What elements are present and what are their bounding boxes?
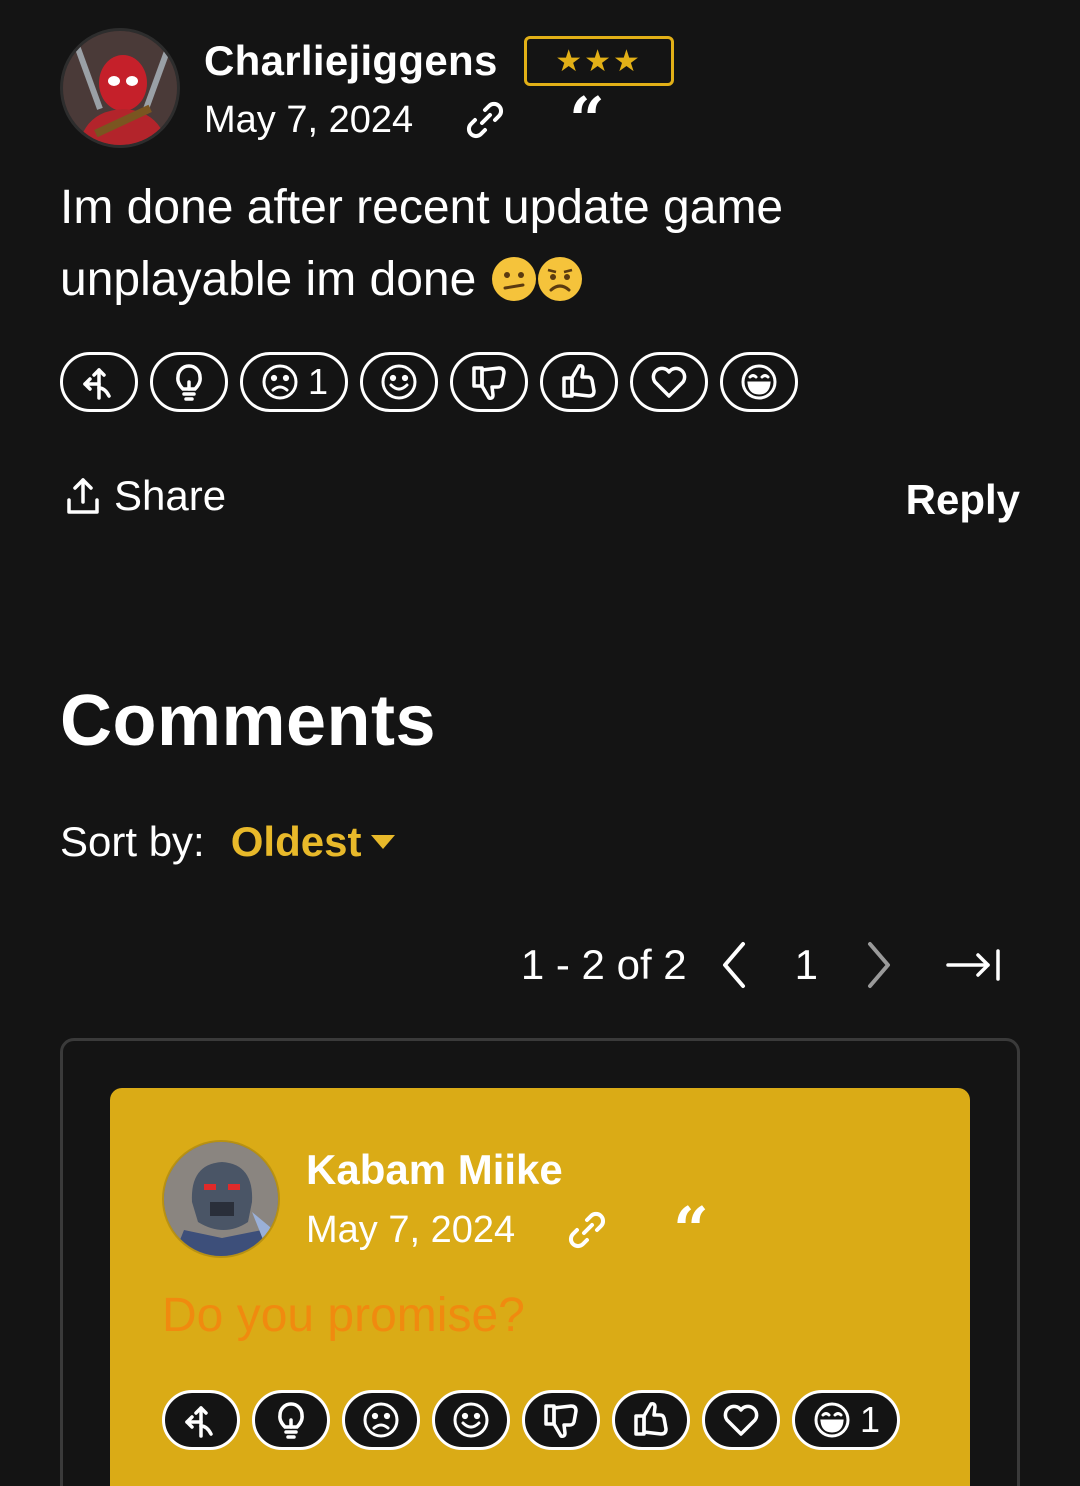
comment-date-row: May 7, 2024 “ bbox=[306, 1199, 709, 1261]
thumbs-up-icon bbox=[562, 364, 596, 398]
reaction-insightful-button[interactable] bbox=[150, 352, 228, 412]
caret-down-icon[interactable] bbox=[371, 835, 396, 849]
lightbulb-icon bbox=[278, 1402, 304, 1439]
current-page[interactable]: 1 bbox=[795, 941, 818, 989]
link-icon[interactable] bbox=[565, 1208, 609, 1252]
reaction-sad-button[interactable]: 1 bbox=[240, 352, 348, 412]
share-button[interactable]: Share bbox=[64, 472, 226, 520]
reaction-insightful-button[interactable] bbox=[252, 1390, 330, 1450]
reaction-agree-button[interactable] bbox=[612, 1390, 690, 1450]
off-topic-icon bbox=[185, 1406, 213, 1438]
laughing-face-icon bbox=[814, 1402, 850, 1438]
sort-dropdown[interactable]: Oldest bbox=[231, 818, 362, 866]
reaction-off-topic-button[interactable] bbox=[162, 1390, 240, 1450]
comment-card: Kabam Miike May 7, 2024 “ Do you promise… bbox=[110, 1088, 970, 1486]
commenter-avatar[interactable] bbox=[162, 1140, 280, 1258]
post-meta: Charliejiggens ★★★ May 7, 2024 “ bbox=[204, 36, 674, 151]
last-page-icon bbox=[946, 949, 1000, 981]
reaction-love-button[interactable] bbox=[702, 1390, 780, 1450]
reaction-lol-button[interactable] bbox=[720, 352, 798, 412]
worried-face-icon bbox=[537, 257, 582, 301]
previous-page-button[interactable] bbox=[719, 940, 749, 990]
reaction-lol-button[interactable]: 1 bbox=[792, 1390, 900, 1450]
sort-row: Sort by: Oldest bbox=[60, 818, 396, 866]
share-icon bbox=[67, 478, 99, 514]
reaction-count: 1 bbox=[859, 1399, 881, 1440]
lightbulb-icon bbox=[176, 364, 202, 401]
comments-title: Comments bbox=[60, 681, 437, 761]
post-date: May 7, 2024 bbox=[204, 98, 414, 141]
reaction-disagree-button[interactable] bbox=[450, 352, 528, 412]
post-body: Im done after recent update game unplaya… bbox=[60, 172, 1020, 316]
sad-face-icon bbox=[363, 1402, 399, 1438]
thumbs-up-icon bbox=[634, 1402, 668, 1436]
user-avatar[interactable] bbox=[60, 28, 180, 148]
rank-badge: ★★★ bbox=[523, 36, 674, 86]
thumbs-down-icon bbox=[544, 1404, 578, 1438]
date-row: May 7, 2024 “ bbox=[204, 89, 674, 151]
sort-label: Sort by: bbox=[60, 818, 205, 865]
chevron-right-icon bbox=[868, 942, 890, 988]
post-username[interactable]: Charliejiggens bbox=[204, 37, 498, 85]
reply-button[interactable]: Reply bbox=[906, 476, 1020, 524]
quote-icon[interactable]: “ bbox=[673, 1199, 709, 1261]
off-topic-icon bbox=[83, 368, 111, 400]
pagination: 1 - 2 of 2 1 bbox=[521, 940, 1002, 990]
commenter-username[interactable]: Kabam Miike bbox=[306, 1146, 709, 1194]
chevron-left-icon bbox=[722, 942, 745, 988]
name-row: Charliejiggens ★★★ bbox=[204, 36, 674, 86]
reaction-off-topic-button[interactable] bbox=[60, 352, 138, 412]
last-page-button[interactable] bbox=[946, 945, 1002, 985]
quote-icon[interactable]: “ bbox=[569, 89, 605, 151]
reaction-smile-button[interactable] bbox=[360, 352, 438, 412]
reaction-love-button[interactable] bbox=[630, 352, 708, 412]
comment-body: Do you promise? bbox=[162, 1289, 525, 1342]
post-header: Charliejiggens ★★★ May 7, 2024 “ bbox=[60, 28, 674, 151]
reaction-agree-button[interactable] bbox=[540, 352, 618, 412]
reaction-count: 1 bbox=[307, 361, 329, 402]
reaction-disagree-button[interactable] bbox=[522, 1390, 600, 1450]
comment-meta: Kabam Miike May 7, 2024 “ bbox=[306, 1146, 709, 1261]
pagination-range: 1 - 2 of 2 bbox=[520, 941, 687, 988]
next-page-button[interactable] bbox=[864, 940, 894, 990]
confused-face-icon bbox=[491, 257, 536, 301]
share-label: Share bbox=[114, 472, 227, 519]
sad-face-icon bbox=[262, 364, 298, 400]
comment-reactions: 1 bbox=[162, 1390, 912, 1450]
link-icon[interactable] bbox=[463, 98, 507, 142]
smile-face-icon bbox=[381, 364, 417, 400]
heart-icon bbox=[723, 1404, 759, 1436]
comment-date: May 7, 2024 bbox=[306, 1208, 516, 1251]
laughing-face-icon bbox=[741, 364, 777, 400]
post-reactions: 1 bbox=[60, 352, 810, 412]
smile-face-icon bbox=[453, 1402, 489, 1438]
thumbs-down-icon bbox=[472, 366, 506, 400]
reaction-smile-button[interactable] bbox=[432, 1390, 510, 1450]
heart-icon bbox=[651, 366, 687, 398]
post-body-text: Im done after recent update game unplaya… bbox=[60, 181, 784, 306]
reaction-sad-button[interactable] bbox=[342, 1390, 420, 1450]
